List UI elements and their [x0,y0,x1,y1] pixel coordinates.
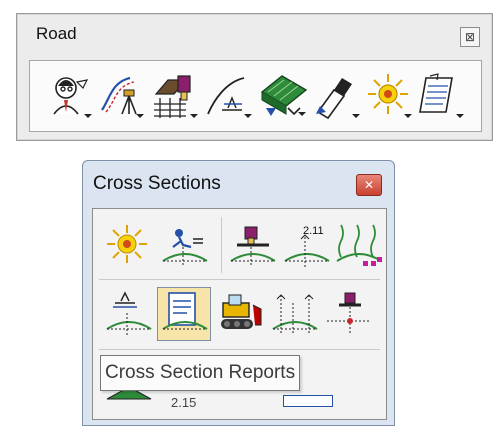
sun-burst-icon[interactable] [103,221,155,271]
numbered-cross-section-icon[interactable]: 2.11 [281,221,333,271]
pen-drafting-icon[interactable] [312,70,364,122]
road-toolbar-buttons [29,60,482,132]
road-toolbar-title: Road [36,24,77,43]
target-cross-section-icon[interactable] [323,289,375,339]
numbered-cross-section-label: 2.11 [303,225,324,237]
sun-burst-icon[interactable] [364,70,416,122]
close-icon: ⊠ [464,30,476,44]
offset-cross-section-icon[interactable] [269,289,321,339]
profile-curve-icon[interactable] [204,70,256,122]
surveyor-person-icon[interactable] [44,70,96,122]
close-icon: ✕ [363,178,375,192]
paint-cross-section-icon[interactable] [227,221,279,271]
notepad-icon[interactable] [416,70,468,122]
partial-number-label: 2.15 [171,395,197,410]
cross-section-reports-tooltip: Cross Section Reports [100,355,301,391]
cross-sections-title: Cross Sections [93,173,221,194]
cross-section-reports-icon[interactable] [157,287,211,341]
cross-sections-close-button[interactable]: ✕ [356,174,382,196]
green-surface-icon[interactable] [258,68,310,120]
paint-roller-grid-icon[interactable] [150,70,202,122]
colored-cross-section-icon[interactable] [333,221,385,271]
bulldozer-icon[interactable] [213,289,265,339]
column-separator [221,217,222,273]
run-cross-section-icon[interactable] [159,221,211,271]
row-separator [99,279,380,280]
road-toolbar-window: Road ⊠ [16,13,493,141]
row-separator [99,349,380,350]
partial-tool-icon[interactable] [283,395,333,407]
design-cross-section-icon[interactable] [103,289,155,339]
road-toolbar-close-button[interactable]: ⊠ [460,27,480,47]
alignment-tripod-icon[interactable] [96,70,148,122]
